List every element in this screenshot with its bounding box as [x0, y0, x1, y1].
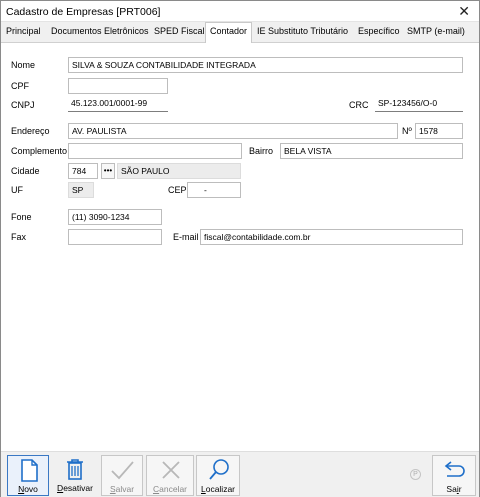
- novo-button[interactable]: Novo: [7, 455, 49, 496]
- salvar-button[interactable]: Salvar: [101, 455, 143, 496]
- salvar-post: alvar: [115, 484, 135, 494]
- complemento-label: Complemento: [11, 146, 68, 156]
- circle-p-icon: P: [410, 469, 421, 480]
- localizar-post: ocalizar: [205, 484, 236, 494]
- crc-label: CRC: [349, 100, 369, 110]
- check-icon: [102, 458, 142, 482]
- tab-documentos-eletronicos[interactable]: Documentos Eletrônicos: [51, 26, 149, 36]
- tab-smtp-email[interactable]: SMTP (e-mail): [407, 26, 465, 36]
- uf-label: UF: [11, 185, 23, 195]
- fone-field[interactable]: (11) 3090-1234: [68, 209, 162, 225]
- cep-field[interactable]: -: [187, 182, 241, 198]
- title-bar: Cadastro de Empresas [PRT006] ✕: [1, 1, 479, 22]
- sair-button[interactable]: Sair: [432, 455, 476, 496]
- email-label: E-mail: [173, 232, 199, 242]
- desativar-post: esativar: [63, 483, 93, 493]
- numero-field[interactable]: 1578: [415, 123, 463, 139]
- search-icon: [197, 458, 239, 482]
- x-icon: [147, 458, 193, 482]
- tab-sped-fiscal[interactable]: SPED Fiscal: [154, 26, 205, 36]
- tab-principal[interactable]: Principal: [6, 26, 41, 36]
- cidade-name-field: SÃO PAULO: [117, 163, 241, 179]
- nome-label: Nome: [11, 60, 36, 70]
- sair-pre: Sa: [446, 484, 457, 494]
- localizar-button[interactable]: Localizar: [196, 455, 240, 496]
- tab-contador[interactable]: Contador: [205, 22, 253, 43]
- tab-ie-substituto-tributario[interactable]: IE Substituto Tributário: [257, 26, 348, 36]
- nome-field[interactable]: SILVA & SOUZA CONTABILIDADE INTEGRADA: [68, 57, 463, 73]
- tab-especifico[interactable]: Específico: [358, 26, 400, 36]
- tab-bar: Principal Documentos Eletrônicos SPED Fi…: [1, 22, 479, 43]
- fax-label: Fax: [11, 232, 27, 242]
- complemento-field[interactable]: [68, 143, 242, 159]
- numero-label: Nº: [402, 126, 412, 136]
- trash-icon: [52, 457, 98, 481]
- cep-label: CEP: [168, 185, 187, 195]
- cidade-code-field[interactable]: 784: [68, 163, 98, 179]
- cadastro-empresas-window: Cadastro de Empresas [PRT006] ✕ Principa…: [0, 0, 480, 497]
- crc-field[interactable]: SP-123456/O-0: [375, 96, 463, 112]
- window-title: Cadastro de Empresas [PRT006]: [6, 6, 161, 18]
- email-field[interactable]: fiscal@contabilidade.com.br: [200, 229, 463, 245]
- cancelar-button[interactable]: Cancelar: [146, 455, 194, 496]
- close-icon[interactable]: ✕: [458, 3, 470, 20]
- cnpj-field[interactable]: 45.123.001/0001-99: [68, 96, 168, 112]
- new-document-icon: [8, 458, 48, 482]
- cnpj-label: CNPJ: [11, 100, 35, 110]
- desativar-button[interactable]: Desativar: [52, 455, 98, 496]
- bottom-toolbar: Novo Desativar Salvar Cancelar Localizar…: [1, 451, 479, 497]
- fax-field[interactable]: [68, 229, 162, 245]
- fone-label: Fone: [11, 212, 32, 222]
- bairro-label: Bairro: [249, 146, 274, 156]
- cidade-lookup-button[interactable]: •••: [101, 163, 115, 179]
- endereco-label: Endereço: [11, 126, 50, 136]
- endereco-field[interactable]: AV. PAULISTA: [68, 123, 398, 139]
- sair-post: r: [458, 484, 462, 494]
- exit-arrow-icon: [433, 458, 475, 482]
- cpf-field[interactable]: [68, 78, 168, 94]
- uf-field: SP: [68, 182, 94, 198]
- contador-panel: Nome SILVA & SOUZA CONTABILIDADE INTEGRA…: [1, 43, 479, 451]
- cancelar-post: ancelar: [159, 484, 188, 494]
- bairro-field[interactable]: BELA VISTA: [280, 143, 463, 159]
- cpf-label: CPF: [11, 81, 29, 91]
- novo-post: ovo: [24, 484, 38, 494]
- cidade-label: Cidade: [11, 166, 40, 176]
